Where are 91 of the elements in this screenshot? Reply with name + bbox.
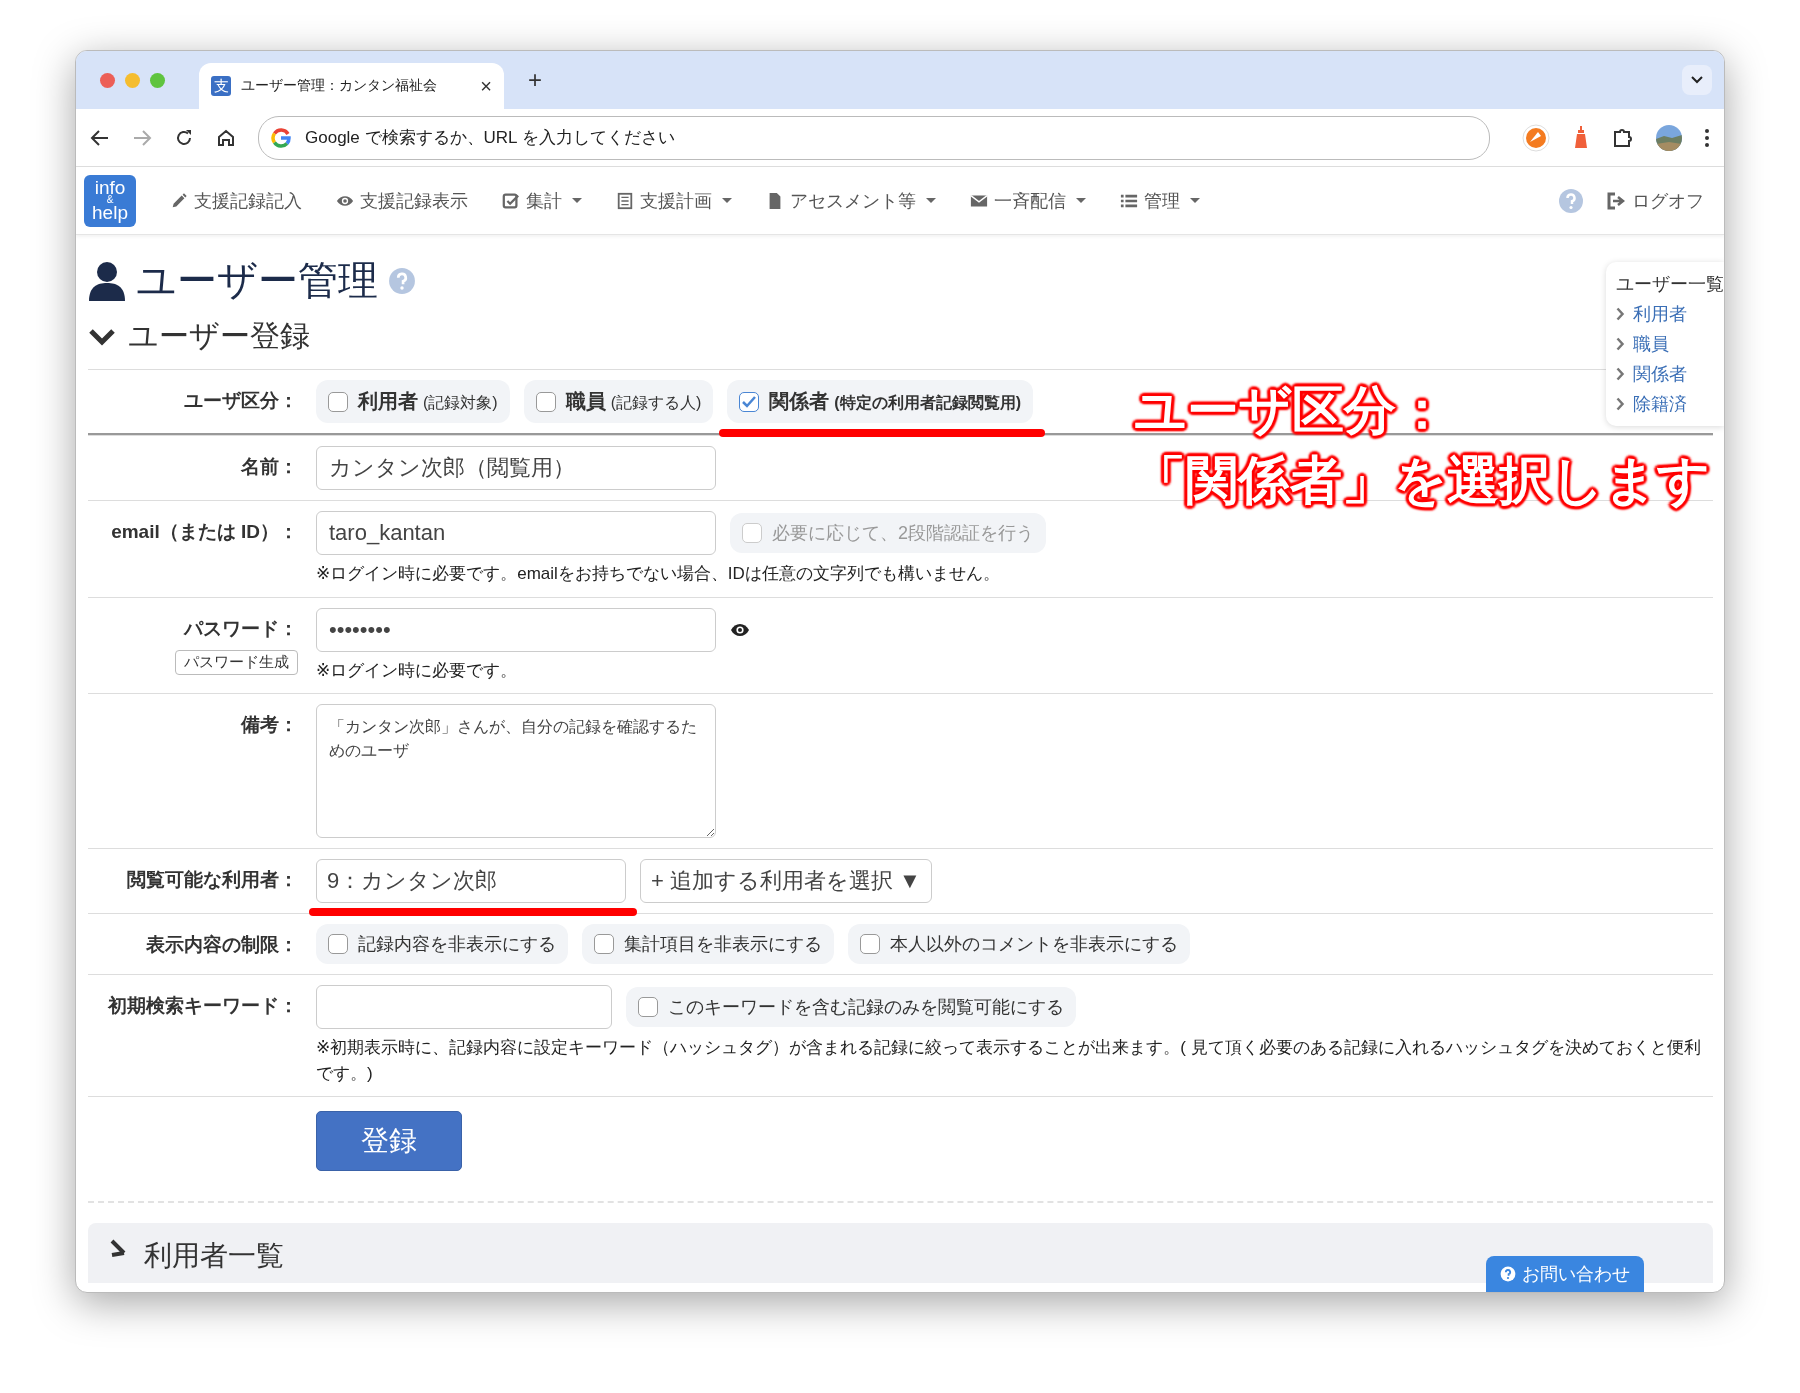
generate-password-button[interactable]: パスワード生成: [175, 649, 298, 675]
help-text: ※初期表示時に、記録内容に設定キーワード（ハッシュタグ）が含まれる記録に絞って表示することが出来ます。( 見て頂く必要のある記録に入れるハッシュタグを決めておくと便利です。): [316, 1037, 1702, 1085]
section-title: ユーザー登録: [128, 318, 310, 354]
nav-menu-item[interactable]: 集計: [502, 188, 582, 213]
side-link[interactable]: 関係者: [1616, 362, 1724, 386]
side-link[interactable]: 利用者: [1616, 302, 1724, 326]
checkbox[interactable]: [638, 997, 658, 1017]
checkbox-label: 職員 (記録する人): [565, 389, 702, 414]
help-icon[interactable]: [388, 266, 416, 295]
pencil-icon: [170, 191, 188, 210]
forward-icon[interactable]: [132, 127, 152, 148]
field-label: 閲覧可能な利用者：: [127, 868, 298, 892]
field-label: ユーザ区分：: [184, 389, 298, 413]
checkbox-label: 利用者 (記録対象): [358, 389, 498, 414]
home-icon[interactable]: [216, 127, 236, 148]
chevron-right-icon: [1616, 307, 1625, 321]
checkbox[interactable]: [594, 934, 614, 954]
field-label: 初期検索キーワード：: [108, 994, 298, 1018]
field-label: 名前：: [241, 455, 298, 479]
text-field[interactable]: カンタン次郎（閲覧用）: [316, 446, 716, 490]
checkbox-icon: [502, 191, 520, 210]
google-icon: [271, 127, 291, 148]
nav-menu-item[interactable]: 支援記録記入: [170, 188, 302, 213]
reload-icon[interactable]: [174, 127, 194, 148]
help-text: ※ログイン時に必要です。: [316, 659, 518, 682]
help-text: ※ログイン時に必要です。emailをお持ちでない場合、IDは任意の文字列でも構いません。: [316, 563, 1000, 585]
chevron-right-icon: [1616, 397, 1625, 411]
section-title: 利用者一覧: [144, 1239, 284, 1273]
tab-close-button[interactable]: ×: [480, 74, 492, 98]
field-label: email（または ID）：: [111, 520, 298, 544]
more-menu-icon[interactable]: [1704, 127, 1710, 148]
checkbox[interactable]: [739, 391, 760, 412]
tab-title: ユーザー管理：カンタン福祉会: [241, 77, 438, 95]
page-title: ユーザー管理: [136, 257, 378, 304]
checkbox-label: 記録内容を非表示にする: [358, 933, 556, 956]
address-placeholder: Google で検索するか、URL を入力してください: [305, 127, 675, 149]
lighthouse-icon[interactable]: [1572, 125, 1590, 150]
checkbox[interactable]: [328, 934, 348, 954]
tab-favicon: 支: [211, 76, 231, 96]
field-label: 備考：: [241, 713, 298, 737]
logo-text: &: [106, 196, 114, 205]
back-icon[interactable]: [90, 127, 110, 148]
chevron-down-icon: [1690, 75, 1704, 85]
help-icon: [1500, 1266, 1516, 1282]
checkbox-label: このキーワードを含む記録のみを閲覧可能にする: [668, 996, 1064, 1019]
checkbox-label: 本人以外のコメントを非表示にする: [890, 933, 1178, 956]
nav-menu-item[interactable]: 一斉配信: [970, 188, 1086, 213]
window-control-button[interactable]: [100, 72, 115, 88]
avatar-icon[interactable]: [1656, 124, 1682, 151]
chevron-down-icon[interactable]: [88, 326, 116, 347]
annotation-text: 「関係者」を選択します: [1134, 449, 1710, 514]
chevron-right-icon: [1616, 337, 1625, 351]
help-icon[interactable]: [1558, 187, 1584, 214]
address-bar[interactable]: Google で検索するか、URL を入力してください: [258, 115, 1490, 160]
register-button[interactable]: 登録: [316, 1111, 462, 1171]
side-link[interactable]: 除籍済: [1616, 392, 1724, 416]
checkbox[interactable]: [328, 391, 348, 412]
text-field[interactable]: ••••••••: [316, 607, 716, 652]
eye-icon[interactable]: [730, 621, 750, 638]
list-document-icon: [616, 191, 634, 210]
app-logo[interactable]: info & help: [84, 174, 136, 227]
nav-menu-item[interactable]: アセスメント等: [766, 188, 936, 213]
checkbox-label: 関係者 (特定の利用者記録閲覧用): [769, 389, 1021, 414]
checkbox-label: 集計項目を非表示にする: [624, 933, 822, 956]
puzzle-icon[interactable]: [1612, 126, 1634, 149]
logo-text: help: [92, 204, 128, 221]
nav-menu-item[interactable]: 支援計画: [616, 188, 732, 213]
side-panel-title: ユーザー一覧: [1616, 273, 1724, 296]
window-control-button[interactable]: [150, 72, 165, 88]
logoff-link[interactable]: ログオフ: [1606, 188, 1704, 213]
nav-menu-item[interactable]: 管理: [1120, 188, 1200, 213]
logo-text: info: [94, 180, 126, 197]
keyword-field[interactable]: [316, 985, 612, 1029]
side-link[interactable]: 職員: [1616, 332, 1724, 356]
extension-icon[interactable]: [1522, 123, 1550, 152]
browser-tab[interactable]: 支 ユーザー管理：カンタン福祉会 ×: [199, 63, 504, 109]
field-label: 表示内容の制限：: [146, 933, 298, 957]
checkbox-label: 必要に応じて、2段階認証を行う: [772, 522, 1034, 545]
nav-menu-item[interactable]: 支援記録表示: [336, 188, 468, 213]
checkbox[interactable]: [860, 934, 880, 954]
add-user-dropdown[interactable]: + 追加する利用者を選択 ▼: [640, 859, 932, 903]
text-field[interactable]: taro_kantan: [316, 511, 716, 555]
user-icon: [88, 260, 126, 301]
text-area[interactable]: 「カンタン次郎」さんが、自分の記録を確認するためのユーザ: [316, 704, 716, 838]
new-tab-button[interactable]: +: [528, 66, 542, 94]
contact-button[interactable]: お問い合わせ: [1486, 1256, 1644, 1292]
tab-search-button[interactable]: [1682, 65, 1712, 95]
logout-icon: [1606, 191, 1626, 210]
checkbox[interactable]: [535, 391, 556, 412]
chevron-right-icon: [1616, 367, 1625, 381]
field-label: パスワード：: [184, 616, 298, 641]
